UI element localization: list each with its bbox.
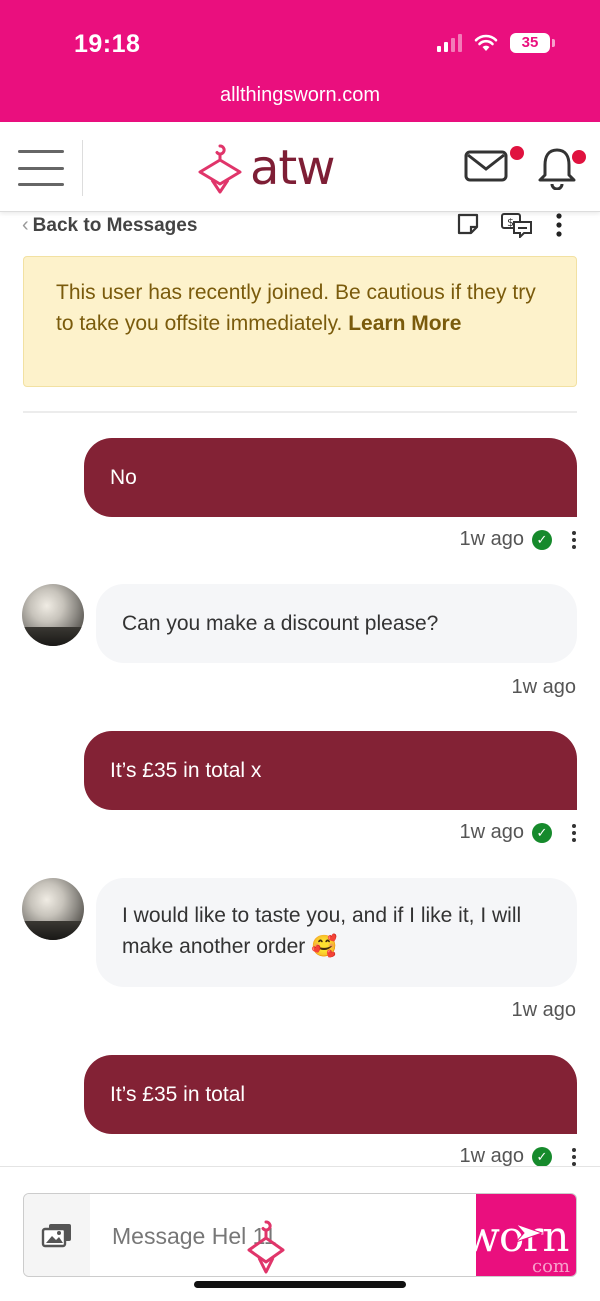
divider: [23, 411, 577, 413]
attach-photo-button[interactable]: [24, 1194, 90, 1276]
avatar[interactable]: [22, 878, 84, 940]
message-options-icon[interactable]: [572, 1147, 576, 1166]
svg-text:$: $: [507, 216, 514, 229]
message-text: No: [110, 465, 137, 489]
site-header: atw: [0, 122, 600, 212]
message-options-icon[interactable]: [572, 530, 576, 549]
mail-notification-dot: [510, 146, 524, 160]
message-time: 1w ago: [459, 821, 525, 843]
send-brand-sub: com: [532, 1256, 570, 1276]
menu-icon[interactable]: [18, 150, 64, 186]
image-gallery-icon: [41, 1224, 71, 1248]
message-meta: 1w ago ✓: [459, 1145, 576, 1168]
message-time: 1w ago: [459, 528, 525, 550]
message-bubble-outgoing[interactable]: It’s £35 in total: [84, 1055, 577, 1134]
status-icons: 35: [437, 33, 555, 53]
message-bubble-incoming[interactable]: Can you make a discount please?: [96, 584, 577, 663]
message-bubble-incoming[interactable]: I would like to taste you, and if I like…: [96, 878, 577, 987]
home-indicator[interactable]: [194, 1281, 406, 1288]
offer-icon[interactable]: $: [500, 212, 534, 238]
message-time: 1w ago: [511, 999, 577, 1021]
avatar[interactable]: [22, 584, 84, 646]
site-logo[interactable]: atw: [196, 140, 335, 196]
message-composer: worn com: [23, 1193, 577, 1277]
send-button[interactable]: worn com: [476, 1194, 576, 1276]
delivered-check-icon: ✓: [532, 529, 552, 550]
header-divider: [82, 140, 83, 196]
message-text: I would like to taste you, and if I like…: [122, 904, 522, 958]
message-text: It’s £35 in total: [110, 1082, 246, 1106]
hanger-watermark-icon: [247, 1220, 285, 1274]
learn-more-link[interactable]: Learn More: [348, 312, 461, 335]
message-text: Can you make a discount please?: [122, 612, 439, 635]
message-bubble-outgoing[interactable]: It’s £35 in total x: [84, 731, 577, 810]
chevron-left-icon: ‹: [22, 214, 29, 236]
address-bar[interactable]: allthingsworn.com: [0, 84, 600, 107]
status-bar: 19:18 35 allthingsworn.com: [0, 0, 600, 122]
conversation-toolbar: ‹ Back to Messages $: [0, 212, 600, 248]
wifi-icon: [474, 34, 498, 51]
message-bubble-outgoing[interactable]: No: [84, 438, 577, 517]
battery-indicator: 35: [510, 33, 555, 53]
message-input[interactable]: [112, 1220, 472, 1252]
logo-text: atw: [250, 140, 335, 196]
message-meta: 1w ago ✓: [459, 821, 576, 844]
send-arrow-icon: [514, 1222, 544, 1244]
cellular-signal-icon: [437, 34, 462, 52]
bell-icon: [538, 148, 576, 191]
back-to-messages-link[interactable]: ‹ Back to Messages: [22, 214, 197, 237]
bell-notification-dot: [572, 150, 586, 164]
delivered-check-icon: ✓: [532, 1146, 552, 1167]
message-time: 1w ago: [511, 676, 577, 698]
hanger-icon: [198, 144, 242, 194]
message-text: It’s £35 in total x: [110, 758, 262, 782]
message-options-icon[interactable]: [572, 823, 576, 842]
delivered-check-icon: ✓: [532, 822, 552, 843]
note-icon[interactable]: [456, 212, 480, 236]
messages-button[interactable]: [464, 146, 524, 187]
warning-text: This user has recently joined. Be cautio…: [56, 281, 536, 335]
more-icon[interactable]: [554, 212, 564, 238]
clock: 19:18: [74, 30, 141, 58]
message-meta: 1w ago ✓: [459, 528, 576, 551]
mail-icon: [464, 150, 508, 182]
new-user-warning: This user has recently joined. Be cautio…: [23, 256, 577, 387]
notifications-button[interactable]: [536, 146, 586, 195]
back-label: Back to Messages: [32, 214, 198, 236]
message-time: 1w ago: [459, 1145, 525, 1167]
